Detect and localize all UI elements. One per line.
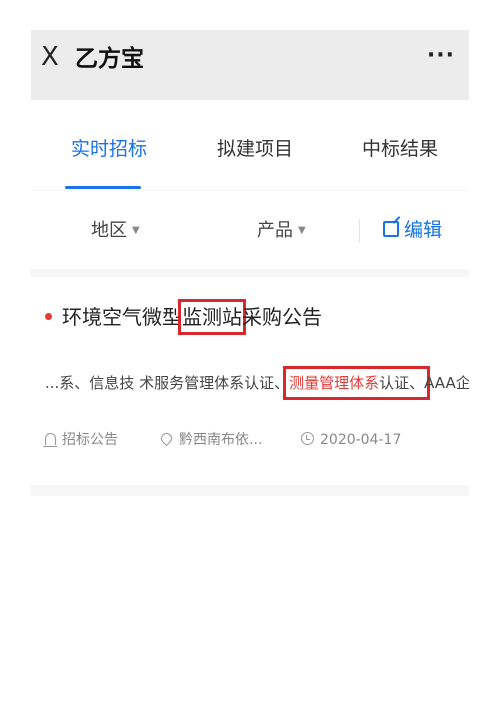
snippet-pre: ...系、信息技 术服务管理体系认证、 bbox=[45, 374, 290, 392]
location-pin-icon bbox=[158, 430, 175, 447]
caret-down-icon: ▼ bbox=[132, 225, 140, 236]
tender-title[interactable]: 环境空气微型监测站采购公告 bbox=[45, 299, 322, 335]
app-screen: X 乙方宝 ··· 实时招标 拟建项目 中标结果 地区 ▼ 产品 ▼ 编辑 环境空气… bbox=[31, 30, 469, 496]
region-filter[interactable]: 地区 ▼ bbox=[91, 219, 140, 243]
tender-date: 2020-04-17 bbox=[301, 430, 401, 450]
edit-button[interactable]: 编辑 bbox=[383, 217, 442, 243]
tab-bar: 实时招标 拟建项目 中标结果 bbox=[31, 100, 469, 190]
tab-bid-results[interactable]: 中标结果 bbox=[362, 136, 438, 162]
filter-divider bbox=[359, 219, 360, 243]
title-text-post: 采购公告 bbox=[242, 305, 322, 329]
close-icon[interactable]: X bbox=[41, 40, 69, 74]
title-text-pre: 环境空气微型 bbox=[62, 305, 182, 329]
product-filter[interactable]: 产品 ▼ bbox=[257, 219, 306, 243]
tender-type-label: 招标公告 bbox=[62, 432, 118, 448]
caret-down-icon: ▼ bbox=[298, 225, 306, 236]
snippet-keyword: 测量管理体系 bbox=[289, 374, 380, 392]
bell-icon bbox=[43, 433, 57, 447]
edit-icon bbox=[383, 221, 399, 237]
title-keyword-highlight: 监测站 bbox=[178, 299, 246, 335]
tender-type: 招标公告 bbox=[43, 430, 118, 450]
tender-location: 黔西南布依... bbox=[158, 430, 263, 450]
clock-icon bbox=[301, 432, 314, 445]
product-filter-label: 产品 bbox=[257, 220, 293, 241]
unread-dot bbox=[45, 313, 52, 320]
app-title: 乙方宝 bbox=[75, 46, 144, 72]
edit-label: 编辑 bbox=[404, 219, 443, 241]
tender-date-label: 2020-04-17 bbox=[320, 432, 402, 448]
tender-location-label: 黔西南布依... bbox=[179, 432, 263, 448]
region-filter-label: 地区 bbox=[91, 220, 127, 241]
tender-snippet: ...系、信息技 术服务管理体系认证、测量管理体系认证、AAA企... bbox=[45, 366, 469, 400]
more-icon[interactable]: ··· bbox=[427, 44, 455, 68]
snippet-keyword-suffix: 认证、 bbox=[379, 374, 425, 392]
title-bar: X 乙方宝 ··· bbox=[31, 30, 469, 100]
snippet-post: AAA企... bbox=[424, 374, 469, 392]
filter-bar: 地区 ▼ 产品 ▼ 编辑 bbox=[31, 191, 469, 269]
tender-list-item[interactable]: 环境空气微型监测站采购公告 ...系、信息技 术服务管理体系认证、测量管理体系认… bbox=[31, 277, 469, 485]
active-tab-indicator bbox=[65, 186, 141, 189]
tab-proposed-projects[interactable]: 拟建项目 bbox=[217, 136, 293, 162]
snippet-keyword-box: 测量管理体系认证、 bbox=[283, 366, 431, 400]
tab-realtime-bidding[interactable]: 实时招标 bbox=[71, 136, 147, 162]
